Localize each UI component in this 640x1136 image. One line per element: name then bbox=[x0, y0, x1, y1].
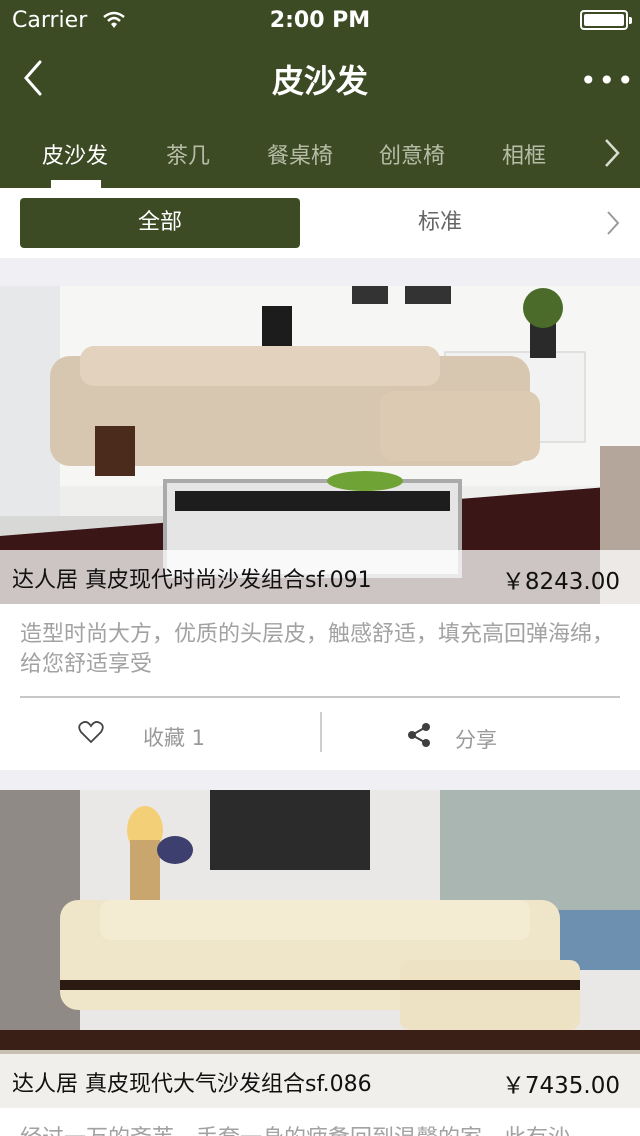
navigation-bar: 皮沙发 ••• bbox=[0, 40, 640, 120]
filter-standard-button[interactable]: 标准 bbox=[340, 198, 540, 248]
status-bar: Carrier 2:00 PM bbox=[0, 0, 640, 40]
tab-leather-sofa[interactable]: 皮沙发 bbox=[20, 138, 130, 170]
chevron-right-icon[interactable] bbox=[606, 210, 620, 236]
filter-all-button[interactable]: 全部 bbox=[20, 198, 300, 248]
product-image[interactable]: 达人居 真皮现代时尚沙发组合sf.091 ￥8243.00 bbox=[0, 286, 640, 604]
divider bbox=[20, 696, 620, 698]
product-description: 经过一万的斋芙，手套一身的疲惫回到温馨的家，此有沙 bbox=[20, 1124, 620, 1136]
category-tabs: 皮沙发 茶几 餐桌椅 创意椅 相框 bbox=[0, 122, 640, 188]
heart-icon[interactable] bbox=[78, 720, 104, 744]
product-actions: 收藏 1 分享 bbox=[0, 712, 640, 768]
product-caption: 达人居 真皮现代时尚沙发组合sf.091 ￥8243.00 bbox=[0, 550, 640, 604]
product-image[interactable]: 达人居 真皮现代大气沙发组合sf.086 ￥7435.00 bbox=[0, 790, 640, 1108]
active-tab-indicator bbox=[51, 180, 101, 188]
chevron-right-icon[interactable] bbox=[602, 136, 622, 170]
product-price: ￥7435.00 bbox=[501, 1073, 620, 1099]
product-description: 造型时尚大方，优质的头层皮，触感舒适，填充高回弹海绵，给您舒适享受 bbox=[20, 622, 615, 677]
tab-photo-frames[interactable]: 相框 bbox=[469, 138, 579, 170]
filter-bar: 全部 标准 bbox=[0, 188, 640, 258]
divider bbox=[320, 712, 322, 752]
share-button[interactable]: 分享 bbox=[455, 724, 497, 754]
product-caption: 达人居 真皮现代大气沙发组合sf.086 ￥7435.00 bbox=[0, 1054, 640, 1108]
app-header: Carrier 2:00 PM 皮沙发 ••• 皮沙发 茶几 餐桌椅 创意椅 相… bbox=[0, 0, 640, 188]
product-price: ￥8243.00 bbox=[501, 569, 620, 595]
status-time: 2:00 PM bbox=[269, 8, 371, 33]
tab-dining-chairs[interactable]: 餐桌椅 bbox=[245, 138, 355, 170]
tab-creative-chairs[interactable]: 创意椅 bbox=[357, 138, 467, 170]
page-title: 皮沙发 bbox=[271, 62, 368, 100]
product-card[interactable]: 达人居 真皮现代大气沙发组合sf.086 ￥7435.00 经过一万的斋芙，手套… bbox=[0, 790, 640, 1136]
more-options-icon[interactable]: ••• bbox=[580, 64, 634, 97]
battery-icon bbox=[580, 10, 632, 30]
favorite-button[interactable]: 收藏 1 bbox=[143, 722, 205, 752]
share-icon[interactable] bbox=[406, 722, 432, 748]
product-card[interactable]: 达人居 真皮现代时尚沙发组合sf.091 ￥8243.00 造型时尚大方，优质的… bbox=[0, 286, 640, 770]
tab-coffee-table[interactable]: 茶几 bbox=[133, 138, 243, 170]
product-name: 达人居 真皮现代时尚沙发组合sf.091 bbox=[12, 568, 372, 593]
product-name: 达人居 真皮现代大气沙发组合sf.086 bbox=[12, 1072, 372, 1097]
